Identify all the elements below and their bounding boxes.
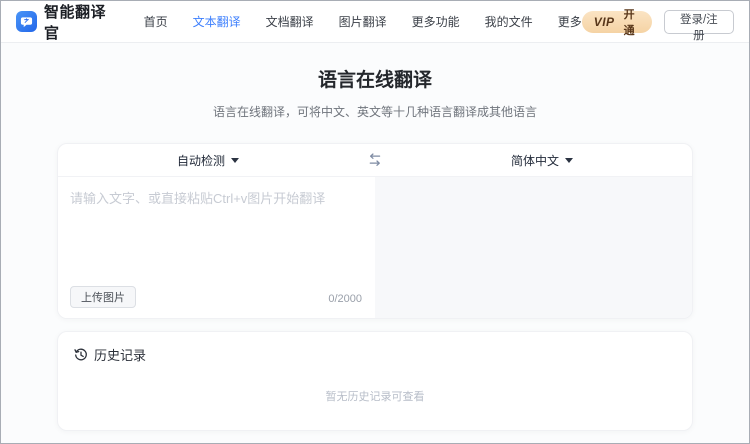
language-bar: 自动检测 简体中文 [58,144,692,177]
history-card: 历史记录 暂无历史记录可查看 [57,331,693,431]
page-title: 语言在线翻译 [1,65,749,92]
swap-arrows-icon [367,153,383,167]
translator-logo-icon [16,11,37,32]
source-language-selector[interactable]: 自动检测 [58,152,358,169]
char-counter: 0/2000 [328,293,362,305]
app-window: 智能翻译官 首页 文本翻译 文档翻译 图片翻译 更多功能 我的文件 更多 VIP… [0,0,750,444]
swap-languages-button[interactable] [358,153,392,167]
nav-item-home[interactable]: 首页 [144,13,168,30]
vip-upgrade-button[interactable]: VIP 开通 [582,11,652,33]
translator-card: 自动检测 简体中文 上传图片 0/2000 [57,143,693,319]
nav-item-more-features[interactable]: 更多功能 [412,13,460,30]
history-clock-icon [74,348,88,362]
history-empty-text: 暂无历史记录可查看 [74,388,676,404]
nav-item-doc-translate[interactable]: 文档翻译 [266,13,314,30]
translator-panes: 上传图片 0/2000 [58,177,692,318]
upload-image-button[interactable]: 上传图片 [70,286,136,308]
input-pane: 上传图片 0/2000 [58,177,375,318]
history-header: 历史记录 [74,345,676,364]
chevron-down-icon [231,158,239,163]
nav-links: 首页 文本翻译 文档翻译 图片翻译 更多功能 我的文件 更多 [144,13,582,30]
brand[interactable]: 智能翻译官 [16,1,120,43]
target-language-label: 简体中文 [511,152,559,169]
source-language-label: 自动检测 [177,152,225,169]
nav-item-image-translate[interactable]: 图片翻译 [339,13,387,30]
translate-input[interactable] [58,177,375,277]
vip-word: VIP [594,15,615,29]
history-title: 历史记录 [94,345,146,364]
chevron-down-icon [565,158,573,163]
page-subtitle: 语言在线翻译，可将中文、英文等十几种语言翻译成其他语言 [1,103,749,120]
nav-item-my-files[interactable]: 我的文件 [485,13,533,30]
navbar: 智能翻译官 首页 文本翻译 文档翻译 图片翻译 更多功能 我的文件 更多 VIP… [1,1,749,43]
hero-section: 语言在线翻译 语言在线翻译，可将中文、英文等十几种语言翻译成其他语言 [1,43,749,120]
nav-item-text-translate[interactable]: 文本翻译 [193,13,241,30]
output-pane [375,177,692,318]
brand-name: 智能翻译官 [44,1,120,43]
vip-suffix: 开通 [619,6,640,38]
target-language-selector[interactable]: 简体中文 [392,152,692,169]
login-register-button[interactable]: 登录/注册 [664,10,734,34]
nav-item-more[interactable]: 更多 [558,13,582,30]
